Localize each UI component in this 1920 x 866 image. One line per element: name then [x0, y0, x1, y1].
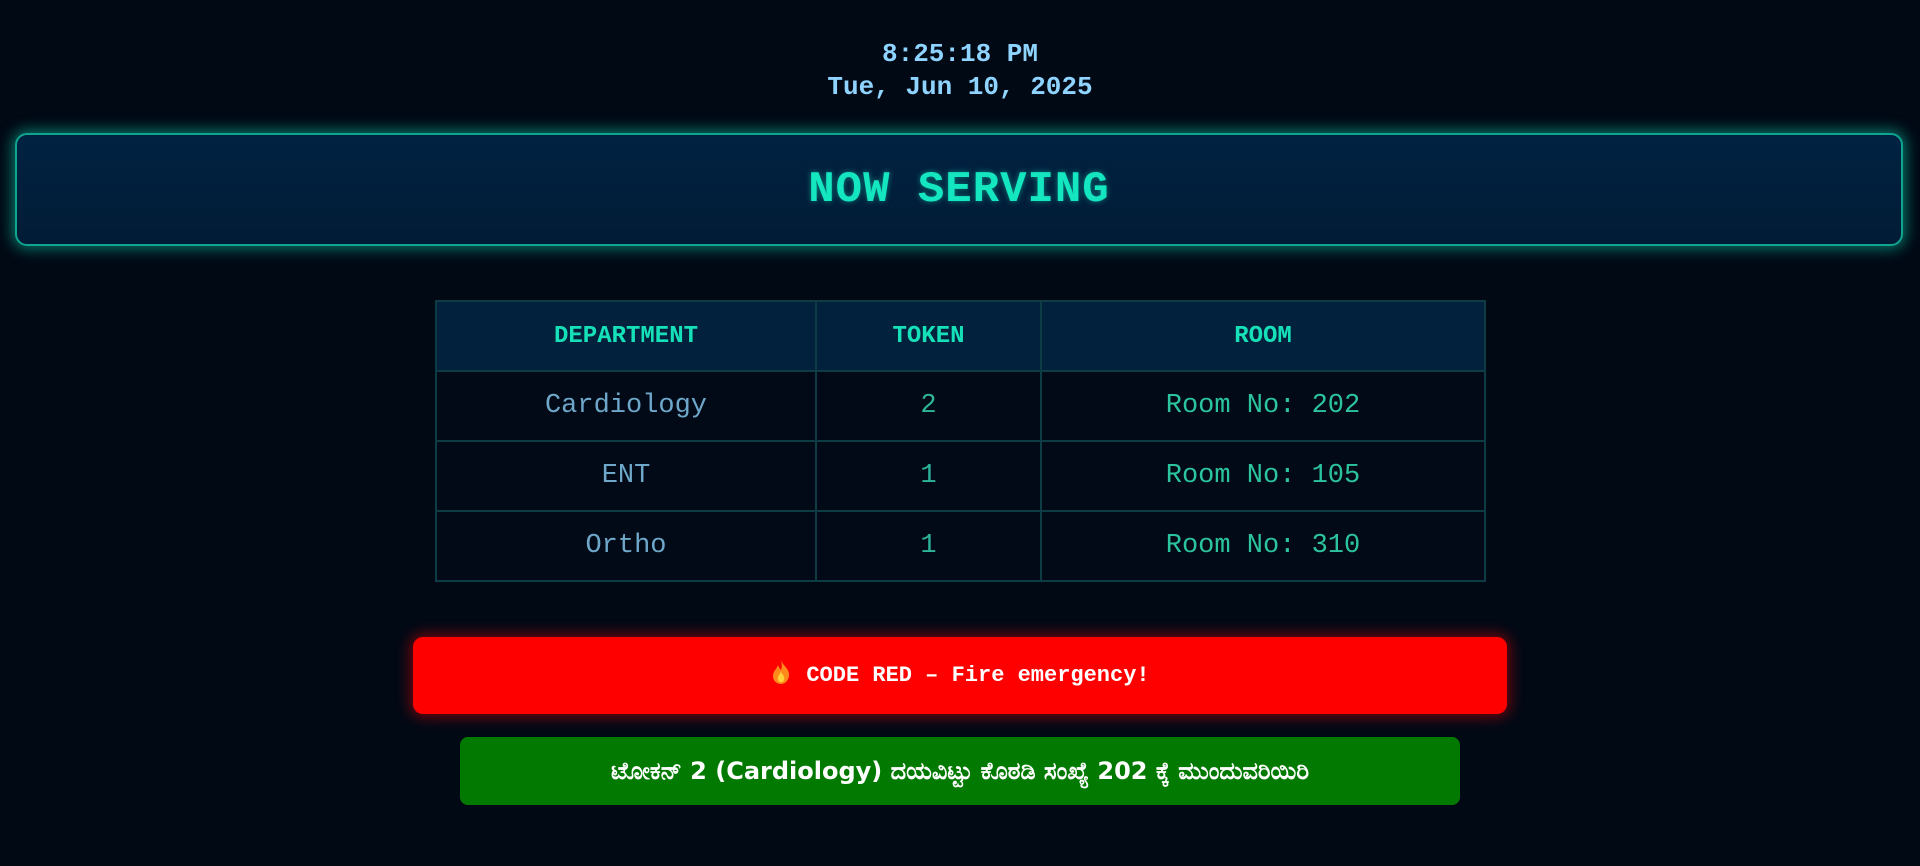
table-header-row: DEPARTMENT TOKEN ROOM	[435, 300, 1486, 372]
fire-icon	[770, 659, 792, 693]
cell-department: Ortho	[435, 510, 817, 582]
code-red-alert: CODE RED – Fire emergency!	[413, 637, 1507, 714]
cell-room: Room No: 202	[1040, 370, 1486, 442]
table-row: Ortho 1 Room No: 310	[435, 510, 1486, 582]
token-announcement: ಟೋಕನ್ 2 (Cardiology) ದಯವಿಟ್ಟು ಕೊಠಡಿ ಸಂಖ್…	[460, 737, 1460, 805]
announcement-text: ಟೋಕನ್ 2 (Cardiology) ದಯವಿಟ್ಟು ಕೊಠಡಿ ಸಂಖ್…	[611, 757, 1309, 785]
cell-token: 1	[815, 510, 1042, 582]
cell-token: 2	[815, 370, 1042, 442]
cell-department: Cardiology	[435, 370, 817, 442]
now-serving-banner: NOW SERVING	[15, 133, 1903, 246]
cell-room: Room No: 310	[1040, 510, 1486, 582]
table-row: ENT 1 Room No: 105	[435, 440, 1486, 512]
header-department: DEPARTMENT	[435, 300, 817, 372]
cell-token: 1	[815, 440, 1042, 512]
header-room: ROOM	[1040, 300, 1486, 372]
cell-room: Room No: 105	[1040, 440, 1486, 512]
serving-table: DEPARTMENT TOKEN ROOM Cardiology 2 Room …	[435, 300, 1486, 582]
clock: 8:25:18 PM Tue, Jun 10, 2025	[0, 38, 1920, 104]
banner-title: NOW SERVING	[808, 164, 1110, 215]
clock-time: 8:25:18 PM	[881, 39, 1039, 69]
cell-department: ENT	[435, 440, 817, 512]
header-token: TOKEN	[815, 300, 1042, 372]
clock-date: Tue, Jun 10, 2025	[827, 72, 1093, 102]
table-row: Cardiology 2 Room No: 202	[435, 370, 1486, 442]
alert-text: CODE RED – Fire emergency!	[806, 663, 1150, 688]
